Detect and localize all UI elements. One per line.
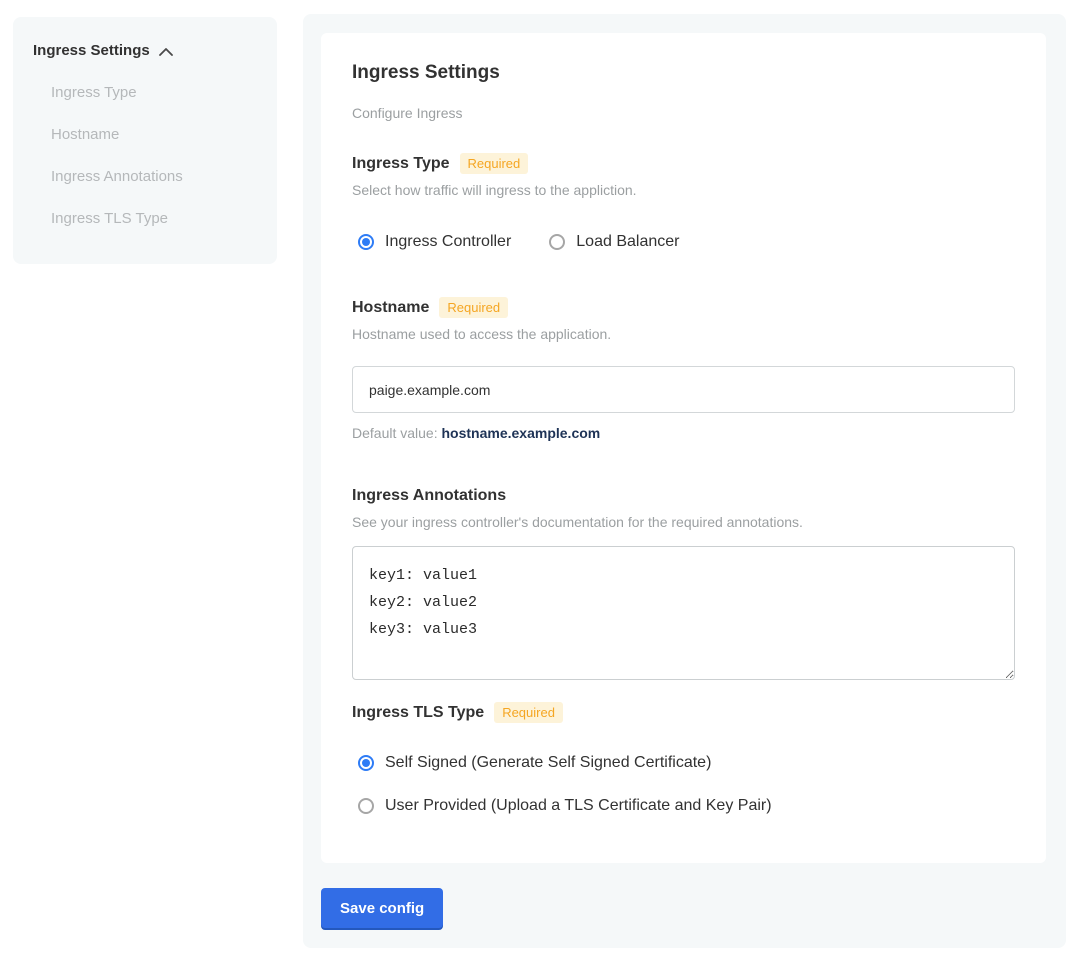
default-value: hostname.example.com	[442, 425, 601, 441]
section-annotations-label: Ingress Annotations	[352, 486, 506, 506]
section-hostname-label: Hostname	[352, 298, 429, 318]
section-ingress-type-help: Select how traffic will ingress to the a…	[352, 182, 1015, 199]
tls-type-options: Self Signed (Generate Self Signed Certif…	[352, 753, 1015, 815]
section-ingress-tls-type: Ingress TLS Type Required Self Signed (G…	[352, 702, 1015, 815]
radio-label: Self Signed (Generate Self Signed Certif…	[385, 753, 711, 772]
annotations-textarea[interactable]: key1: value1 key2: value2 key3: value3	[352, 546, 1015, 680]
config-sidebar: Ingress Settings Ingress Type Hostname I…	[13, 17, 277, 264]
section-hostname: Hostname Required Hostname used to acces…	[352, 297, 1015, 442]
page-title: Ingress Settings	[352, 61, 1015, 84]
sidebar-item-ingress-annotations[interactable]: Ingress Annotations	[51, 168, 257, 186]
ingress-type-options: Ingress Controller Load Balancer	[352, 232, 1015, 251]
radio-option-self-signed[interactable]: Self Signed (Generate Self Signed Certif…	[358, 753, 1015, 772]
radio-icon[interactable]	[358, 234, 374, 250]
required-badge: Required	[494, 702, 563, 723]
sidebar-group-label: Ingress Settings	[33, 42, 150, 59]
section-tls-label: Ingress TLS Type	[352, 703, 484, 723]
hostname-input[interactable]	[352, 366, 1015, 413]
radio-option-user-provided[interactable]: User Provided (Upload a TLS Certificate …	[358, 796, 1015, 815]
radio-label: Ingress Controller	[385, 232, 511, 251]
config-card: Ingress Settings Configure Ingress Ingre…	[321, 33, 1046, 863]
radio-label: Load Balancer	[576, 232, 679, 251]
page-subtitle: Configure Ingress	[352, 105, 1015, 122]
section-ingress-type-label: Ingress Type	[352, 154, 450, 174]
radio-option-ingress-controller[interactable]: Ingress Controller	[358, 232, 511, 251]
radio-label: User Provided (Upload a TLS Certificate …	[385, 796, 772, 815]
config-panel: Ingress Settings Configure Ingress Ingre…	[303, 14, 1066, 948]
chevron-up-icon	[159, 48, 173, 56]
radio-icon[interactable]	[358, 798, 374, 814]
section-ingress-annotations: Ingress Annotations See your ingress con…	[352, 486, 1015, 680]
hostname-default-line: Default value: hostname.example.com	[352, 425, 1015, 442]
sidebar-item-ingress-type[interactable]: Ingress Type	[51, 84, 257, 102]
required-badge: Required	[460, 153, 529, 174]
default-value-label: Default value:	[352, 425, 438, 441]
sidebar-item-ingress-tls-type[interactable]: Ingress TLS Type	[51, 210, 257, 228]
section-annotations-help: See your ingress controller's documentat…	[352, 514, 1015, 531]
radio-icon[interactable]	[549, 234, 565, 250]
required-badge: Required	[439, 297, 508, 318]
save-config-button[interactable]: Save config	[321, 888, 443, 928]
section-hostname-help: Hostname used to access the application.	[352, 326, 1015, 343]
radio-icon[interactable]	[358, 755, 374, 771]
sidebar-item-hostname[interactable]: Hostname	[51, 126, 257, 144]
radio-option-load-balancer[interactable]: Load Balancer	[549, 232, 679, 251]
section-ingress-type: Ingress Type Required Select how traffic…	[352, 153, 1015, 251]
sidebar-items: Ingress Type Hostname Ingress Annotation…	[33, 84, 257, 228]
sidebar-group-ingress-settings[interactable]: Ingress Settings	[33, 42, 257, 59]
